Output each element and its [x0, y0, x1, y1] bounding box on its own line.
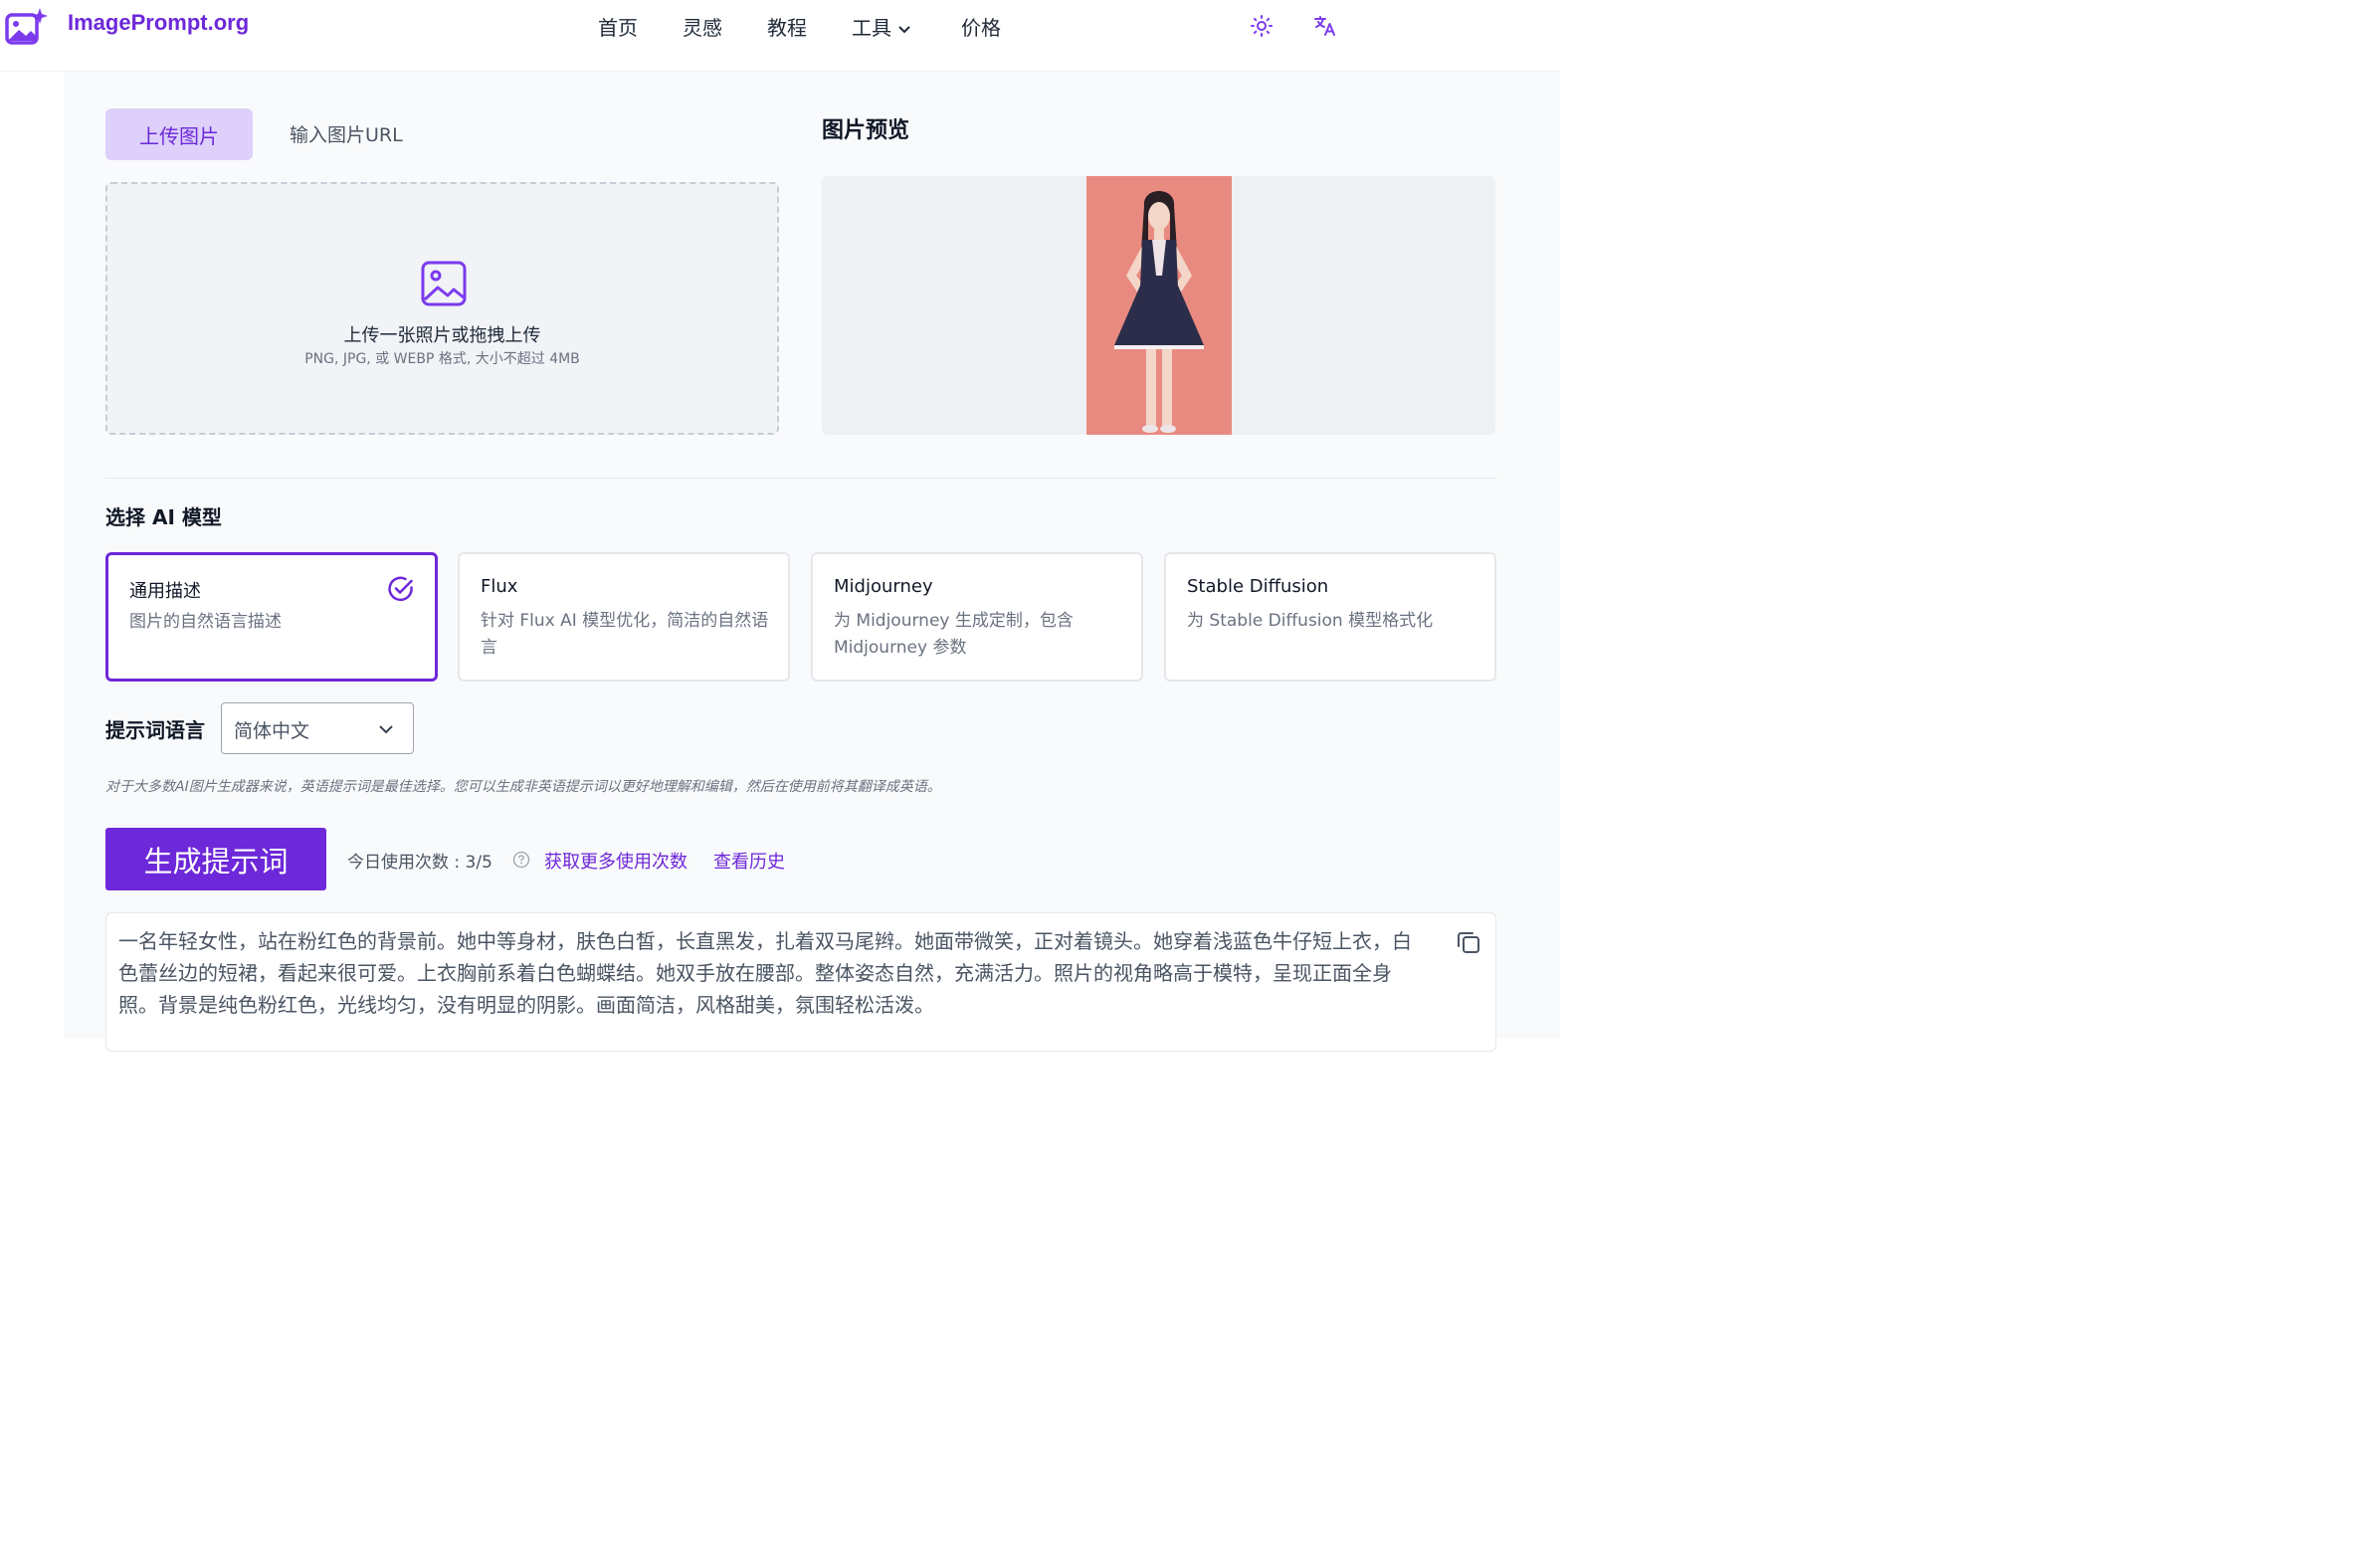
dropzone-title: 上传一张照片或拖拽上传 [343, 325, 541, 346]
model-card-midjourney[interactable]: Midjourney 为 Midjourney 生成定制，包含 Midjourn… [811, 552, 1143, 682]
chevron-down-icon [379, 725, 393, 734]
check-circle-icon [388, 576, 413, 602]
language-hint: 对于大多数AI图片生成器来说，英语提示词是最佳选择。您可以生成非英语提示词以更好… [105, 779, 941, 795]
model-description: 为 Midjourney 生成定制，包含 Midjourney 参数 [834, 611, 1074, 658]
model-description: 为 Stable Diffusion 模型格式化 [1187, 611, 1434, 631]
nav-tools-label: 工具 [852, 16, 891, 40]
site-header: ImagePrompt.org 首页 灵感 教程 工具 价格 [0, 0, 1560, 72]
copy-icon[interactable] [1456, 929, 1481, 955]
model-section-label: 选择 AI 模型 [105, 505, 222, 529]
dropzone-subtitle: PNG, JPG, 或 WEBP 格式, 大小不超过 4MB [304, 351, 580, 367]
prompt-language-label: 提示词语言 [105, 718, 205, 742]
nav-tutorials[interactable]: 教程 [767, 12, 807, 41]
translate-icon[interactable] [1313, 14, 1337, 38]
model-description: 针对 Flux AI 模型优化，简洁的自然语言 [481, 611, 769, 658]
model-name: Stable Diffusion [1187, 576, 1329, 597]
model-name: Midjourney [834, 576, 933, 597]
model-name: Flux [481, 576, 518, 597]
nav-home[interactable]: 首页 [598, 12, 638, 41]
model-description: 图片的自然语言描述 [129, 612, 282, 632]
help-circle-icon[interactable] [512, 851, 530, 869]
preview-photo-figure [1086, 176, 1232, 435]
preview-photo [1086, 176, 1232, 435]
sun-icon[interactable] [1250, 14, 1274, 38]
get-more-usage-link[interactable]: 获取更多使用次数 [544, 848, 687, 874]
prompt-language-value: 简体中文 [234, 720, 310, 742]
usage-count: 今日使用次数 : 3/5 [347, 853, 492, 873]
preview-title: 图片预览 [822, 118, 910, 143]
image-preview [822, 176, 1495, 435]
tab-upload-image[interactable]: 上传图片 [105, 108, 253, 160]
generate-prompt-button[interactable]: 生成提示词 [105, 828, 326, 890]
nav-tools[interactable]: 工具 [852, 12, 911, 41]
model-card-flux[interactable]: Flux 针对 Flux AI 模型优化，简洁的自然语言 [458, 552, 790, 682]
nav-inspiration[interactable]: 灵感 [683, 12, 722, 41]
logo-text[interactable]: ImagePrompt.org [68, 10, 249, 36]
view-history-link[interactable]: 查看历史 [713, 848, 785, 874]
nav-pricing[interactable]: 价格 [961, 12, 1001, 41]
image-upload-icon [421, 261, 467, 306]
model-card-general[interactable]: 通用描述 图片的自然语言描述 [105, 552, 438, 682]
chevron-down-icon [898, 25, 910, 33]
model-card-stable-diffusion[interactable]: Stable Diffusion 为 Stable Diffusion 模型格式… [1164, 552, 1496, 682]
section-divider [105, 478, 1496, 479]
prompt-result-box[interactable]: 一名年轻女性，站在粉红色的背景前。她中等身材，肤色白皙，长直黑发，扎着双马尾辫。… [105, 912, 1496, 1052]
prompt-result-text[interactable]: 一名年轻女性，站在粉红色的背景前。她中等身材，肤色白皙，长直黑发，扎着双马尾辫。… [118, 925, 1428, 1021]
upload-dropzone[interactable]: 上传一张照片或拖拽上传 PNG, JPG, 或 WEBP 格式, 大小不超过 4… [105, 182, 779, 435]
tab-image-url[interactable]: 输入图片URL [290, 120, 403, 147]
logo-image-sparkle-icon[interactable] [4, 6, 48, 46]
prompt-language-select[interactable]: 简体中文 [221, 702, 414, 754]
model-name: 通用描述 [129, 581, 201, 602]
